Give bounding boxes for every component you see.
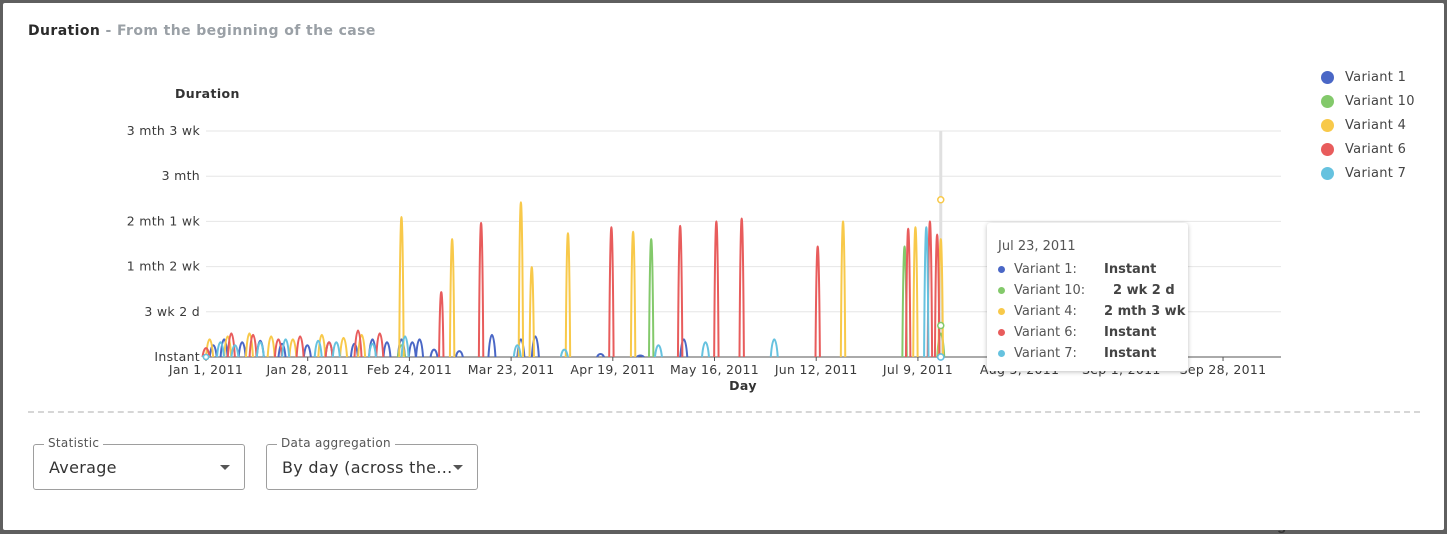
series-spike-variant-1 (302, 344, 312, 358)
chart-legend: Variant 1 Variant 10 Variant 4 Variant 6… (1321, 65, 1415, 185)
statistic-select[interactable]: Statistic Average (33, 436, 245, 490)
x-tick-label: Sep 28, 2011 (1180, 362, 1267, 377)
series-spike-variant-6 (438, 291, 445, 358)
legend-item-variant-1[interactable]: Variant 1 (1321, 65, 1415, 89)
series-point-variant-7 (202, 353, 210, 361)
x-tick-label: Feb 24, 2011 (367, 362, 452, 377)
data-aggregation-select-value: By day (across the... (282, 458, 453, 477)
series-spike-variant-6 (375, 332, 385, 358)
tooltip-row-variant-4: Variant 4: 2 mth 3 wk (998, 301, 1185, 321)
tooltip-row-variant-1: Variant 1: Instant (998, 259, 1156, 279)
series-spike-variant-6 (324, 341, 334, 358)
series-spike-variant-7 (331, 341, 341, 358)
x-tick-label: Jan 1, 2011 (168, 362, 243, 377)
legend-dot-icon (1321, 70, 1334, 84)
tooltip-row-variant-10: Variant 10: 2 wk 2 d (998, 280, 1175, 300)
hover-point-variant-4 (937, 196, 945, 204)
series-spike-variant-6 (295, 335, 305, 358)
series-spike-variant-4 (564, 232, 572, 358)
series-spike-variant-6 (608, 226, 615, 358)
tooltip-dot-icon (998, 265, 1005, 273)
series-spike-variant-1 (415, 338, 425, 358)
tooltip-dot-icon (998, 286, 1005, 294)
series-spike-variant-1 (454, 350, 464, 358)
series-spike-variant-7 (559, 348, 569, 358)
y-tick-label: 1 mth 2 wk (127, 259, 201, 274)
tooltip-dot-icon (998, 349, 1005, 357)
series-spike-variant-6 (676, 225, 684, 358)
series-spike-variant-7 (700, 341, 710, 358)
series-spike-variant-7 (255, 341, 265, 358)
y-tick-label: 3 mth (162, 168, 200, 183)
x-tick-label: Apr 19, 2011 (570, 362, 655, 377)
series-spike-variant-6 (814, 245, 821, 358)
series-spike-variant-6 (904, 228, 912, 358)
legend-dot-icon (1321, 94, 1334, 108)
tooltip-dot-icon (998, 307, 1005, 315)
section-divider (28, 411, 1420, 413)
statistic-select-label: Statistic (44, 436, 104, 450)
series-spike-variant-10 (648, 238, 655, 358)
series-spike-variant-4 (339, 336, 349, 358)
series-spike-variant-7 (653, 344, 663, 358)
legend-item-variant-7[interactable]: Variant 7 (1321, 161, 1415, 185)
legend-item-variant-6[interactable]: Variant 6 (1321, 137, 1415, 161)
series-spike-variant-4 (912, 226, 919, 358)
duration-panel: Duration - From the beginning of the cas… (3, 3, 1444, 530)
statistic-select-value: Average (49, 458, 117, 477)
x-tick-label: Jun 12, 2011 (774, 362, 858, 377)
x-tick-label: Mar 23, 2011 (468, 362, 555, 377)
legend-dot-icon (1321, 118, 1334, 132)
data-aggregation-select[interactable]: Data aggregation By day (across the... (266, 436, 478, 490)
dropdown-caret-icon (453, 465, 463, 470)
series-spike-variant-4 (288, 338, 298, 358)
series-spike-variant-1 (429, 348, 439, 358)
series-spike-variant-4 (398, 215, 405, 358)
legend-item-variant-4[interactable]: Variant 4 (1321, 113, 1415, 137)
y-tick-label: 3 mth 3 wk (127, 123, 201, 138)
hover-point-variant-7 (937, 353, 945, 361)
tooltip-date: Jul 23, 2011 (998, 239, 1076, 254)
series-spike-variant-1 (237, 341, 247, 358)
series-spike-variant-6 (713, 220, 720, 358)
series-spike-variant-4 (448, 238, 456, 358)
chart-tooltip: Jul 23, 2011 Variant 1: Instant Variant 1… (987, 223, 1188, 371)
series-spike-variant-7 (769, 338, 779, 358)
series-spike-variant-6 (738, 217, 745, 358)
y-axis-title: Duration (175, 86, 240, 101)
series-spike-variant-6 (477, 222, 485, 358)
series-spike-variant-1 (407, 341, 417, 358)
series-spike-variant-1 (487, 333, 497, 358)
legend-dot-icon (1321, 142, 1334, 156)
legend-item-variant-10[interactable]: Variant 10 (1321, 89, 1415, 113)
x-tick-label: May 16, 2011 (670, 362, 759, 377)
hover-point-variant-10 (937, 321, 945, 330)
x-tick-label: Jul 9, 2011 (882, 362, 953, 377)
series-spike-variant-7 (923, 226, 930, 358)
series-spike-variant-6 (933, 234, 941, 358)
dropdown-caret-icon (220, 465, 230, 470)
y-tick-label: 3 wk 2 d (144, 304, 200, 319)
legend-dot-icon (1321, 166, 1334, 180)
tooltip-row-variant-7: Variant 7: Instant (998, 343, 1156, 363)
series-spike-variant-1 (382, 341, 392, 358)
y-tick-label: 2 mth 1 wk (127, 213, 201, 228)
x-axis-title: Day (729, 378, 757, 393)
series-spike-variant-7 (368, 342, 377, 358)
data-aggregation-select-label: Data aggregation (277, 436, 395, 450)
series-spike-variant-4 (517, 201, 525, 358)
series-spike-variant-4 (266, 335, 276, 358)
x-tick-label: Jan 28, 2011 (265, 362, 349, 377)
series-spike-variant-4 (839, 220, 847, 358)
tooltip-dot-icon (998, 328, 1005, 336)
tooltip-row-variant-6: Variant 6: Instant (998, 322, 1156, 342)
series-spike-variant-4 (629, 231, 637, 358)
